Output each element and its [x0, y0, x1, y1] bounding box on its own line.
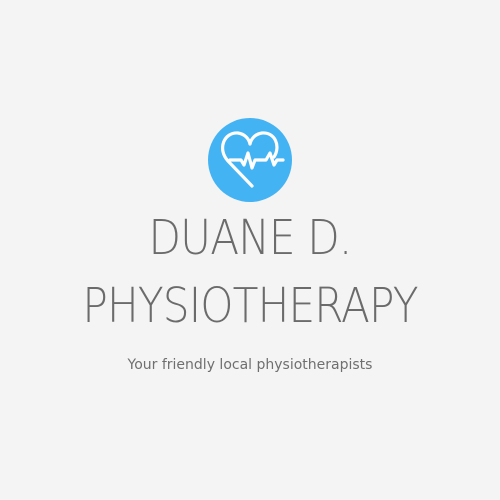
heart-pulse-icon	[221, 131, 285, 188]
brand-tagline: Your friendly local physiotherapists	[127, 357, 373, 373]
brand-title-line-2: PHYSIOTHERAPY	[82, 278, 418, 334]
logo-badge	[208, 118, 292, 202]
brand-title-line-1: DUANE D.	[148, 210, 353, 266]
